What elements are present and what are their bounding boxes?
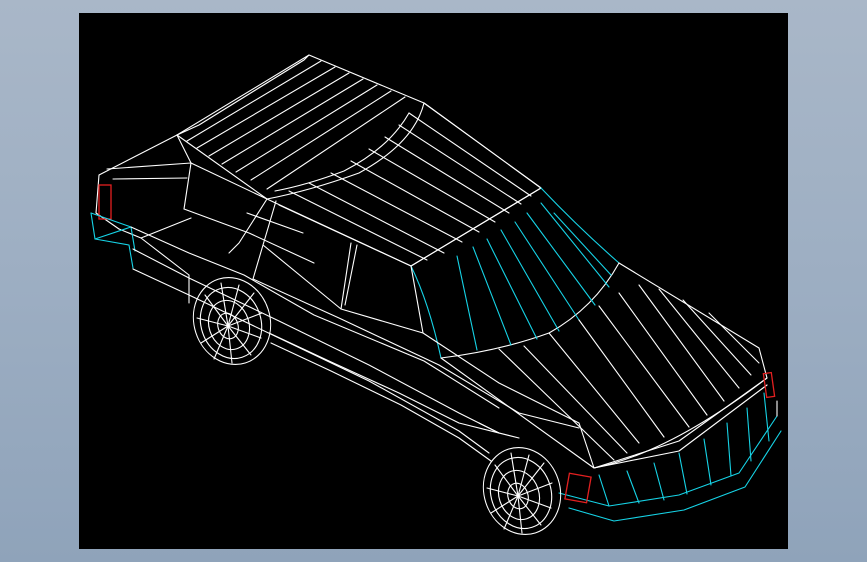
- front-wheel: [482, 446, 562, 536]
- hood: [440, 262, 768, 469]
- side-windows: [228, 198, 440, 366]
- rear-bumper: [90, 212, 136, 269]
- car-wireframe-drawing: [90, 54, 782, 536]
- headlights: [564, 371, 776, 504]
- cad-viewport[interactable]: [79, 13, 788, 549]
- roof-panel: [176, 54, 542, 267]
- rear-wheel: [192, 276, 272, 366]
- front-bumper: [558, 384, 782, 522]
- rear-hatch: [95, 134, 192, 239]
